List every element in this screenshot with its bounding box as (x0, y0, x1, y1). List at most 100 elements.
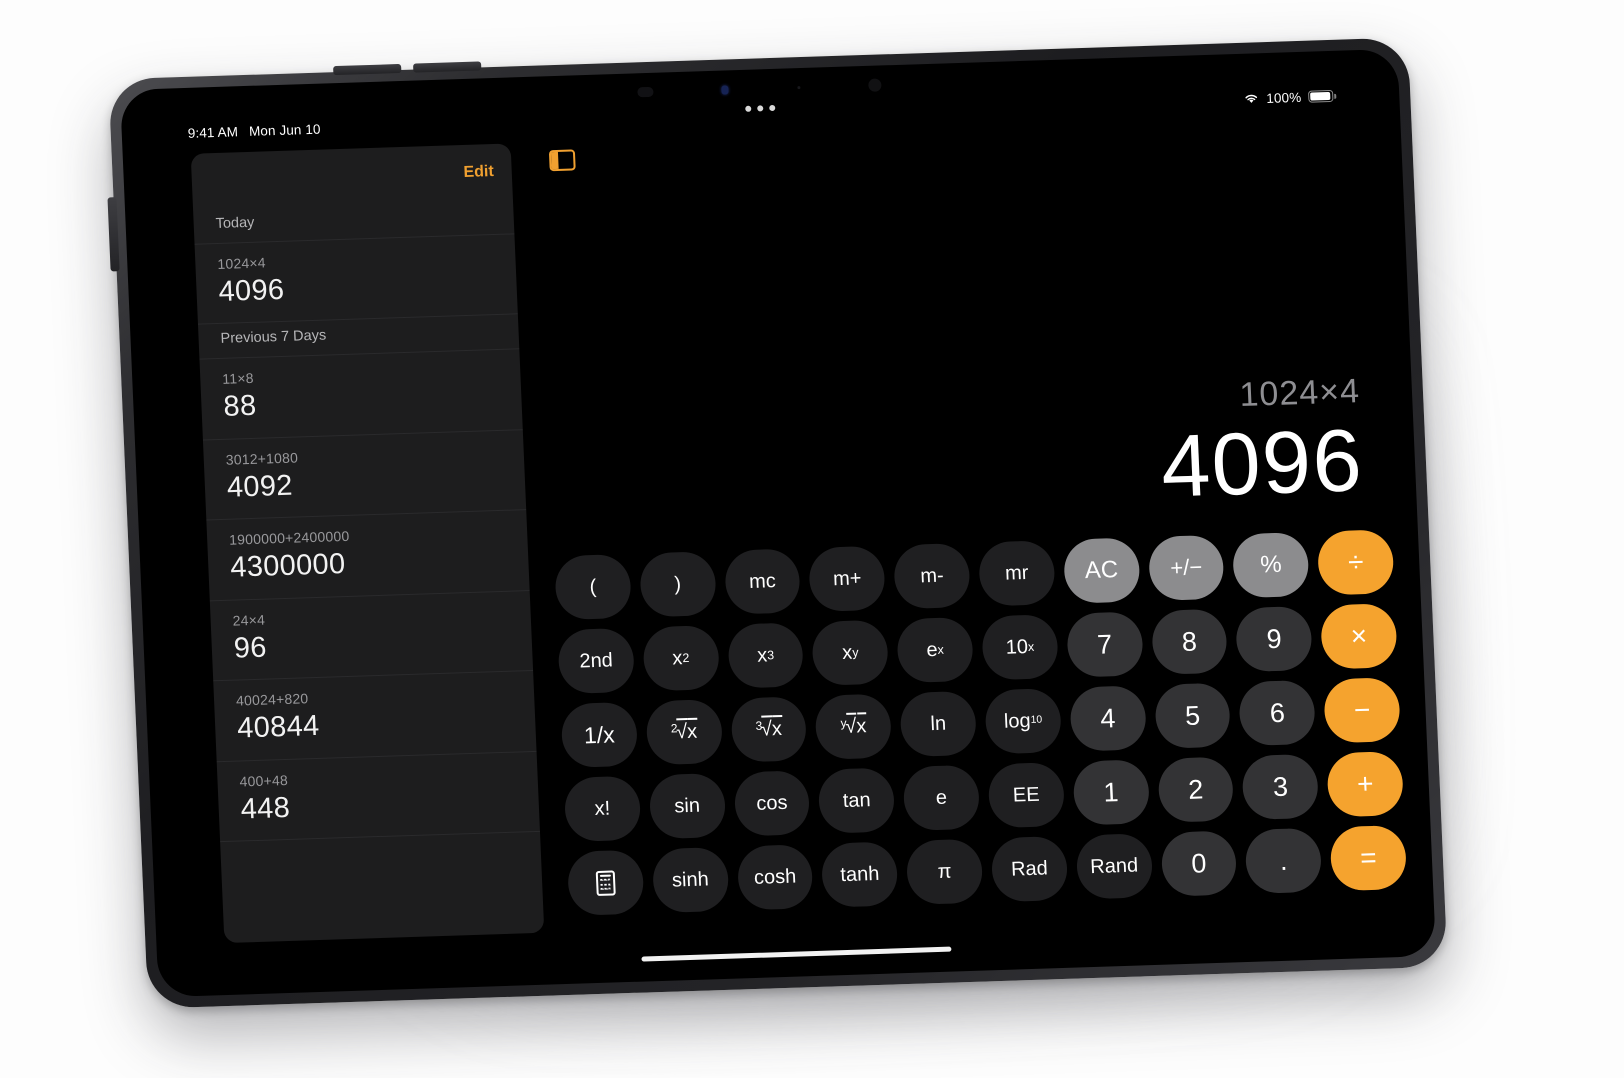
key-eulers-number[interactable]: e (902, 764, 981, 832)
history-item[interactable]: 1900000+2400000 4300000 (206, 510, 530, 602)
key-add[interactable]: + (1326, 751, 1405, 818)
status-time: 9:41 AM (187, 123, 239, 141)
ipad-device: 9:41 AM Mon Jun 10 100% Edit Today 1024×… (107, 37, 1448, 1009)
key-reciprocal[interactable]: 1/x (560, 701, 639, 769)
history-item[interactable]: 24×4 96 (209, 590, 534, 682)
battery-percent-label: 100% (1266, 89, 1302, 106)
key-cube-root[interactable]: 3 √ x (730, 696, 808, 763)
key-exponent-entry[interactable]: EE (987, 762, 1066, 829)
key-e-to-the-x[interactable]: ex (896, 617, 974, 684)
edit-button[interactable]: Edit (463, 163, 494, 182)
history-item[interactable]: 400+48 448 (216, 751, 540, 843)
status-date: Mon Jun 10 (248, 121, 321, 139)
key-all-clear[interactable]: AC (1062, 537, 1141, 605)
keypad-row: sinh cosh tanh π Rad Rand 0. = (566, 825, 1408, 917)
history-item[interactable]: 1024×4 4096 (194, 234, 518, 326)
key-radians-toggle[interactable]: Rad (990, 836, 1069, 903)
key-hyperbolic-cosine[interactable]: cosh (736, 844, 814, 911)
handle-dot (745, 105, 752, 112)
history-result: 448 (240, 791, 291, 826)
key-close-paren[interactable]: ) (638, 551, 717, 618)
key-digit-6[interactable]: 6 (1238, 680, 1317, 747)
sensor-lens-icon (637, 86, 654, 98)
key-second-functions[interactable]: 2nd (557, 628, 635, 695)
key-hyperbolic-tangent[interactable]: tanh (821, 841, 899, 908)
key-subtract[interactable]: − (1323, 677, 1401, 744)
calculator-pane: 1024×4 4096 () mc m+ m-mr AC +/−% ÷ 2nd x 2 x 3 x y e x… (510, 105, 1436, 985)
sidebar-toggle-icon[interactable] (548, 148, 576, 171)
history-result: 40844 (236, 710, 321, 745)
key-digit-9[interactable]: 9 (1235, 606, 1313, 673)
key-divide[interactable]: ÷ (1317, 529, 1395, 596)
key-memory-clear[interactable]: mc (723, 548, 802, 615)
battery-fill (1310, 92, 1331, 101)
key-memory-recall[interactable]: mr (978, 540, 1056, 607)
multitasking-handle[interactable] (745, 104, 776, 112)
key-open-paren[interactable]: ( (554, 554, 632, 621)
key-x-to-the-y[interactable]: xy (811, 619, 890, 687)
status-bar-left: 9:41 AM Mon Jun 10 (187, 121, 320, 140)
wifi-icon (1243, 92, 1260, 105)
key-sign-toggle[interactable]: +/− (1147, 534, 1226, 602)
handle-dot (757, 105, 764, 112)
key-calculator-mode-icon[interactable] (566, 849, 645, 917)
history-expression: 40024+820 (235, 690, 309, 709)
key-digit-1[interactable]: 1 (1072, 759, 1150, 826)
history-expression: 400+48 (239, 771, 289, 790)
history-result: 88 (222, 390, 258, 424)
key-natural-log[interactable]: ln (899, 691, 978, 758)
key-factorial[interactable]: x! (563, 775, 642, 843)
history-expression: 24×4 (232, 611, 266, 629)
history-expression: 11×8 (222, 370, 254, 388)
key-random[interactable]: Rand (1075, 833, 1153, 900)
history-expression: 1024×4 (217, 254, 267, 272)
screenshot-stage: 9:41 AM Mon Jun 10 100% Edit Today 1024×… (0, 0, 1624, 1078)
key-ten-to-the-x[interactable]: 10 x (981, 614, 1059, 681)
device-screen: 9:41 AM Mon Jun 10 100% Edit Today 1024×… (119, 48, 1437, 998)
sidebar-toolbar: Edit (191, 143, 513, 209)
key-pi[interactable]: π (905, 838, 984, 906)
key-cosine[interactable]: cos (733, 770, 811, 837)
history-list[interactable]: Today 1024×4 4096 Previous 7 Days 11×8 88 3012… (193, 199, 540, 843)
history-item[interactable]: 11×8 88 (199, 349, 523, 441)
key-equals[interactable]: = (1329, 825, 1408, 892)
calculator-keypad[interactable]: () mc m+ m-mr AC +/−% ÷ 2nd x 2 x 3 x y e x 10 x 7 8 9 × 1/x 2 √… (554, 529, 1408, 917)
status-bar-right: 100% (1243, 88, 1334, 106)
key-decimal-point[interactable]: . (1244, 827, 1323, 895)
history-result: 4092 (226, 469, 294, 504)
key-sine[interactable]: sin (648, 773, 726, 840)
calculator-app: Edit Today 1024×4 4096 Previous 7 Days 11×8 8… (122, 105, 1436, 997)
history-item[interactable]: 40024+820 40844 (213, 671, 537, 762)
key-digit-7[interactable]: 7 (1065, 611, 1144, 678)
history-result: 4096 (217, 273, 285, 308)
key-percent[interactable]: % (1232, 532, 1310, 599)
ambient-light-sensor-icon (796, 85, 801, 89)
front-camera-icon (721, 84, 729, 95)
key-tangent[interactable]: tan (817, 767, 896, 835)
history-result: 4300000 (229, 548, 347, 584)
key-digit-0[interactable]: 0 (1160, 830, 1238, 898)
key-x-cubed[interactable]: x3 (726, 622, 805, 689)
key-memory-add[interactable]: m+ (808, 545, 886, 613)
calculator-display: 1024×4 4096 (521, 370, 1417, 541)
key-digit-4[interactable]: 4 (1069, 685, 1147, 752)
proximity-sensor-icon (868, 77, 882, 92)
history-result: 96 (233, 631, 268, 665)
history-sidebar: Edit Today 1024×4 4096 Previous 7 Days 11×8 8… (190, 143, 545, 944)
key-digit-5[interactable]: 5 (1153, 682, 1232, 750)
key-hyperbolic-sine[interactable]: sinh (651, 847, 730, 914)
history-item[interactable]: 3012+1080 4092 (202, 430, 527, 521)
handle-dot (769, 104, 776, 112)
key-square-root[interactable]: 2 √ x (645, 699, 723, 766)
key-multiply[interactable]: × (1320, 603, 1398, 670)
key-digit-3[interactable]: 3 (1241, 753, 1320, 821)
key-x-squared[interactable]: x2 (642, 625, 720, 692)
calculator-icon (595, 870, 616, 896)
battery-icon (1308, 89, 1334, 103)
key-log-base-10[interactable]: log 10 (984, 688, 1062, 755)
key-memory-subtract[interactable]: m- (893, 543, 971, 610)
history-expression: 1900000+2400000 (228, 528, 350, 549)
key-digit-2[interactable]: 2 (1157, 756, 1235, 824)
key-digit-8[interactable]: 8 (1150, 608, 1229, 676)
key-nth-root[interactable]: y √ x (814, 693, 893, 761)
